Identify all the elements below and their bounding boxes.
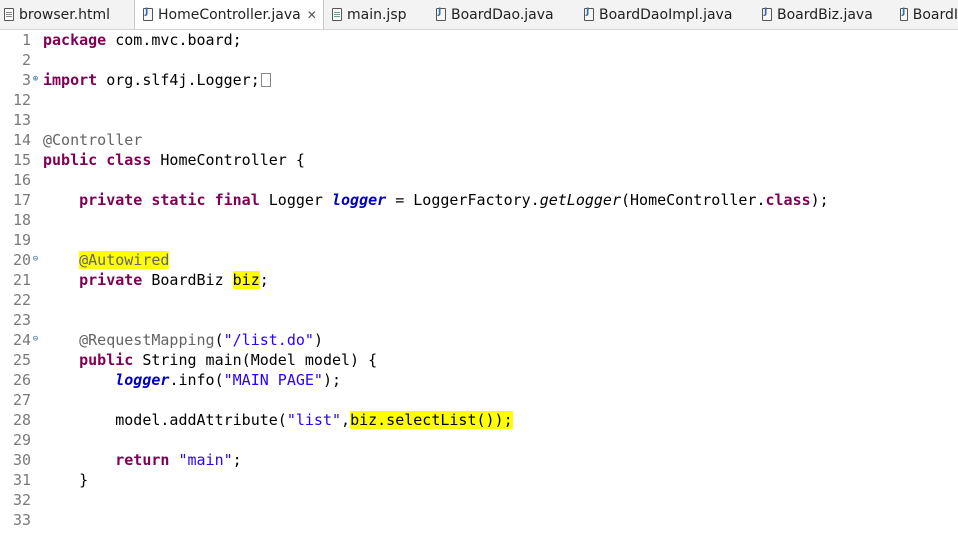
tab-label: BoardBiz.java	[777, 6, 873, 23]
code-text: import org.slf4j.Logger;	[43, 70, 271, 90]
code-line: 1 package com.mvc.board;	[0, 30, 958, 50]
tab-browser-html[interactable]: browser.html	[4, 0, 132, 29]
java-file-icon	[584, 7, 594, 21]
code-line: 31 }	[0, 470, 958, 490]
line-number: 17	[12, 191, 31, 209]
code-line: 33	[0, 510, 958, 530]
line-number: 13	[12, 111, 31, 129]
code-text: @RequestMapping("/list.do")	[79, 331, 323, 349]
code-line: 32	[0, 490, 958, 510]
code-line: 13	[0, 110, 958, 130]
tab-boardbizimpl-java[interactable]: BoardI	[900, 0, 958, 29]
code-text: private BoardBiz biz;	[79, 271, 269, 289]
tab-boardbiz-java[interactable]: BoardBiz.java	[762, 0, 894, 29]
code-text: @Autowired	[79, 251, 170, 269]
tab-homecontroller-java[interactable]: HomeController.java ✕	[134, 0, 324, 29]
line-number: 2	[21, 51, 31, 69]
tab-main-jsp[interactable]: main.jsp	[332, 0, 422, 29]
code-line: 17 private static final Logger logger = …	[0, 190, 958, 210]
collapse-fold-icon[interactable]: ⊖	[31, 255, 40, 264]
code-line: 25 public String main(Model model) {	[0, 350, 958, 370]
code-line: 15 public class HomeController {	[0, 150, 958, 170]
line-number: 32	[12, 491, 31, 509]
code-text: private static final Logger logger = Log…	[79, 191, 829, 209]
tab-label: BoardDao.java	[451, 6, 554, 23]
line-number: 28	[12, 411, 31, 429]
collapse-fold-icon[interactable]: ⊖	[31, 335, 40, 344]
code-line: 12	[0, 90, 958, 110]
code-line: 27	[0, 390, 958, 410]
code-text: public class HomeController {	[43, 151, 305, 169]
code-line: 28 model.addAttribute("list",biz.selectL…	[0, 410, 958, 430]
code-text: @Controller	[43, 131, 143, 149]
code-text: public String main(Model model) {	[79, 351, 378, 369]
html-file-icon	[4, 8, 14, 21]
tab-label: BoardDaoImpl.java	[599, 6, 733, 23]
code-line: 19	[0, 230, 958, 250]
line-number: 29	[12, 431, 31, 449]
code-line: 26 logger.info("MAIN PAGE");	[0, 370, 958, 390]
tab-label: browser.html	[19, 6, 111, 23]
line-number: 23	[12, 311, 31, 329]
tab-boarddaoimpl-java[interactable]: BoardDaoImpl.java	[584, 0, 752, 29]
expand-fold-icon[interactable]: ⊕	[31, 75, 40, 84]
code-editor[interactable]: 1 package com.mvc.board; 2 3 ⊕ import or…	[0, 30, 958, 533]
code-line: 16	[0, 170, 958, 190]
tab-label: BoardI	[912, 6, 958, 23]
code-text: model.addAttribute("list",biz.selectList…	[43, 411, 513, 429]
line-number: 1	[21, 31, 31, 49]
line-number: 31	[12, 471, 31, 489]
java-file-icon	[900, 7, 908, 21]
tab-label: HomeController.java	[158, 6, 301, 23]
collapsed-imports-icon[interactable]	[260, 73, 271, 87]
code-text: logger.info("MAIN PAGE");	[115, 371, 342, 389]
code-line: 2	[0, 50, 958, 70]
line-number: 30	[12, 451, 31, 469]
close-tab-icon[interactable]: ✕	[307, 8, 317, 22]
java-file-icon	[762, 7, 772, 21]
editor-tab-bar: browser.html HomeController.java ✕ main.…	[0, 0, 958, 30]
code-line: 14 @Controller	[0, 130, 958, 150]
code-line: 23	[0, 310, 958, 330]
code-line: 24 ⊖ @RequestMapping("/list.do")	[0, 330, 958, 350]
code-text: return "main";	[115, 451, 242, 469]
code-line: 3 ⊕ import org.slf4j.Logger;	[0, 70, 958, 90]
line-number: 20	[12, 251, 31, 269]
line-number: 21	[12, 271, 31, 289]
line-number: 33	[12, 511, 31, 529]
line-number: 19	[12, 231, 31, 249]
tab-label: main.jsp	[347, 6, 407, 23]
code-text: }	[43, 471, 89, 489]
line-number: 15	[12, 151, 31, 169]
code-text: package com.mvc.board;	[43, 31, 242, 49]
line-number: 24	[12, 331, 31, 349]
code-line: 22	[0, 290, 958, 310]
jsp-file-icon	[332, 8, 342, 21]
line-number: 25	[12, 351, 31, 369]
line-number: 27	[12, 391, 31, 409]
code-line: 21 private BoardBiz biz;	[0, 270, 958, 290]
line-number: 18	[12, 211, 31, 229]
line-number: 14	[12, 131, 31, 149]
java-file-icon	[436, 7, 446, 21]
code-line: 29	[0, 430, 958, 450]
code-line: 20 ⊖ @Autowired	[0, 250, 958, 270]
code-line: 18	[0, 210, 958, 230]
line-number: 3	[21, 71, 31, 89]
java-file-icon	[143, 7, 153, 21]
code-line: 30 return "main";	[0, 450, 958, 470]
line-number: 12	[12, 91, 31, 109]
tab-boarddao-java[interactable]: BoardDao.java	[436, 0, 576, 29]
line-number: 16	[12, 171, 31, 189]
line-number: 26	[12, 371, 31, 389]
line-number: 22	[12, 291, 31, 309]
